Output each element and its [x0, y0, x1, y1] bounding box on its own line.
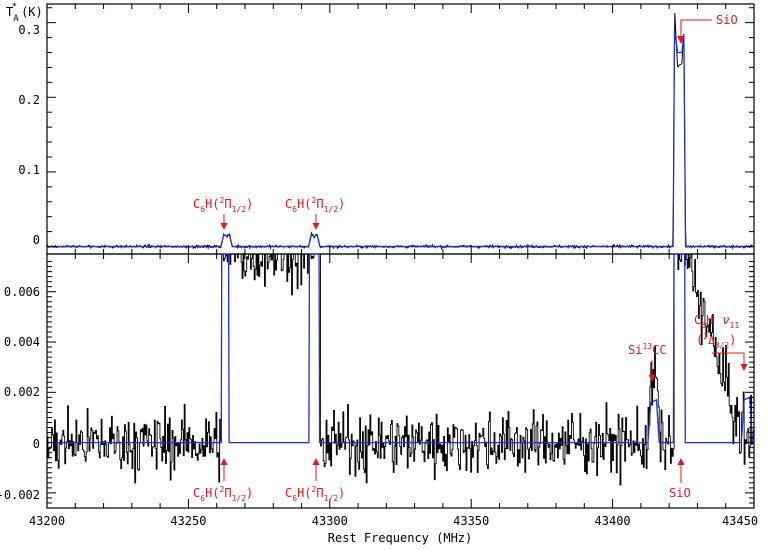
- bottom-ytick-label: 0.004: [4, 335, 40, 349]
- bottom-ytick-label: 0: [33, 437, 40, 451]
- xtick-label: 43250: [170, 514, 206, 528]
- annotation-si13cc: Si13CC: [628, 342, 667, 357]
- annotation-sio-bottom: SiO: [669, 486, 691, 500]
- arrow-sio-top: [680, 19, 712, 40]
- top-panel-marks: [46, 12, 755, 251]
- spectrum-chart: TA* (K) 0.3 0.2 0.1 0 0.006 0.004 0.002 0…: [0, 2, 758, 545]
- spectrum-figure: TA* (K) 0.3 0.2 0.1 0 0.006 0.004 0.002 0…: [0, 0, 772, 546]
- bottom-panel-marks: [47, 253, 754, 486]
- arrowhead-sio-bottom: [677, 458, 685, 465]
- xtick-label: 43300: [312, 514, 348, 528]
- annotation-c6h-nu11-line2: (2Δ3/2): [696, 332, 736, 350]
- arrowhead-c6h-bottom-2: [312, 458, 320, 465]
- annotation-c6h-nu11-line1: C6H ν11: [694, 313, 739, 330]
- arrowhead-c6h-bottom-1: [220, 458, 228, 465]
- top-observed-spectrum-line: [46, 12, 755, 251]
- bottom-observed-spectrum-line: [47, 253, 754, 486]
- xtick-label: 43200: [29, 514, 65, 528]
- top-ytick-label: 0.1: [18, 163, 40, 177]
- bottom-ytick-label: -0.002: [0, 488, 40, 502]
- arrowhead-c6h-nu11: [740, 364, 748, 371]
- y-axis-label: TA* (K): [6, 2, 43, 24]
- annotation-c6h-top-1: C6H(2Π1/2): [193, 196, 253, 214]
- top-ytick-label: 0: [33, 233, 40, 247]
- top-ytick-label: 0.2: [18, 93, 40, 107]
- x-axis-label: Rest Frequency (MHz): [328, 531, 473, 545]
- xtick-label: 43400: [595, 514, 631, 528]
- annotation-sio-top: SiO: [716, 13, 738, 27]
- annotation-c6h-bottom-2: C6H(2Π1/2): [285, 485, 345, 503]
- arrowhead-c6h-top-1: [220, 223, 228, 230]
- bottom-ytick-label: 0.006: [4, 285, 40, 299]
- arrowhead-c6h-top-2: [312, 223, 320, 230]
- annotation-c6h-bottom-1: C6H(2Π1/2): [193, 485, 253, 503]
- top-ytick-label: 0.3: [18, 23, 40, 37]
- top-panel-frame: [46, 3, 755, 255]
- xtick-label: 43450: [722, 514, 758, 528]
- bottom-panel-frame: [46, 253, 755, 509]
- top-model-fit-line: [47, 30, 754, 248]
- xtick-label: 43350: [453, 514, 489, 528]
- annotation-c6h-top-2: C6H(2Π1/2): [285, 196, 345, 214]
- bottom-ytick-label: 0.002: [4, 385, 40, 399]
